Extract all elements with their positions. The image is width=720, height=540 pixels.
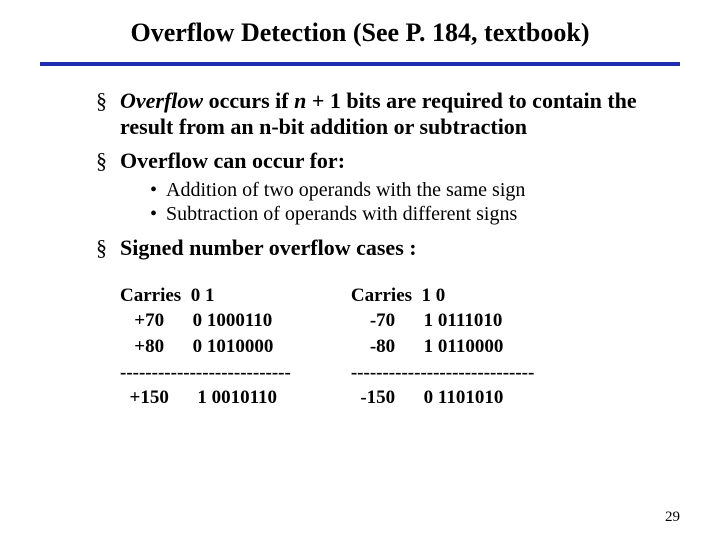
sub-bullet-list: Addition of two operands with the same s… — [120, 178, 680, 227]
page-number: 29 — [665, 509, 680, 526]
example-left: Carries 0 1 +70 0 1000110 +80 0 1010000 … — [120, 283, 291, 411]
ex-sep: --------------------------- — [120, 362, 291, 383]
bullet-signed-cases: Signed number overflow cases : — [96, 235, 680, 261]
ex-sep: ----------------------------- — [351, 362, 535, 383]
bullet-can-occur: Overflow can occur for: Addition of two … — [96, 148, 680, 227]
ex-line: +150 1 0010110 — [120, 387, 277, 408]
ex-line: +70 0 1000110 — [120, 310, 272, 331]
ex-line: Carries 0 1 — [120, 285, 214, 306]
ex-line: -80 1 0110000 — [351, 336, 504, 357]
ex-line: -70 1 0111010 — [351, 310, 502, 331]
ex-line: Carries 1 0 — [351, 285, 445, 306]
ex-line: -150 0 1101010 — [351, 387, 504, 408]
title-divider — [40, 62, 680, 66]
overflow-word: Overflow — [120, 88, 203, 113]
slide-title: Overflow Detection (See P. 184, textbook… — [40, 18, 680, 62]
bullet-text: occurs if — [203, 88, 294, 113]
ex-line: +80 0 1010000 — [120, 336, 273, 357]
n-italic: n — [294, 88, 306, 113]
example-right: Carries 1 0 -70 1 0111010 -80 1 0110000 … — [351, 283, 535, 411]
examples-row: Carries 0 1 +70 0 1000110 +80 0 1010000 … — [40, 283, 680, 411]
main-bullet-list: Overflow occurs if n + 1 bits are requir… — [40, 88, 680, 261]
sub-bullet-addition: Addition of two operands with the same s… — [150, 178, 680, 202]
bullet-text: Overflow can occur for: — [120, 148, 345, 173]
bullet-overflow-def: Overflow occurs if n + 1 bits are requir… — [96, 88, 680, 140]
sub-bullet-subtraction: Subtraction of operands with different s… — [150, 202, 680, 226]
